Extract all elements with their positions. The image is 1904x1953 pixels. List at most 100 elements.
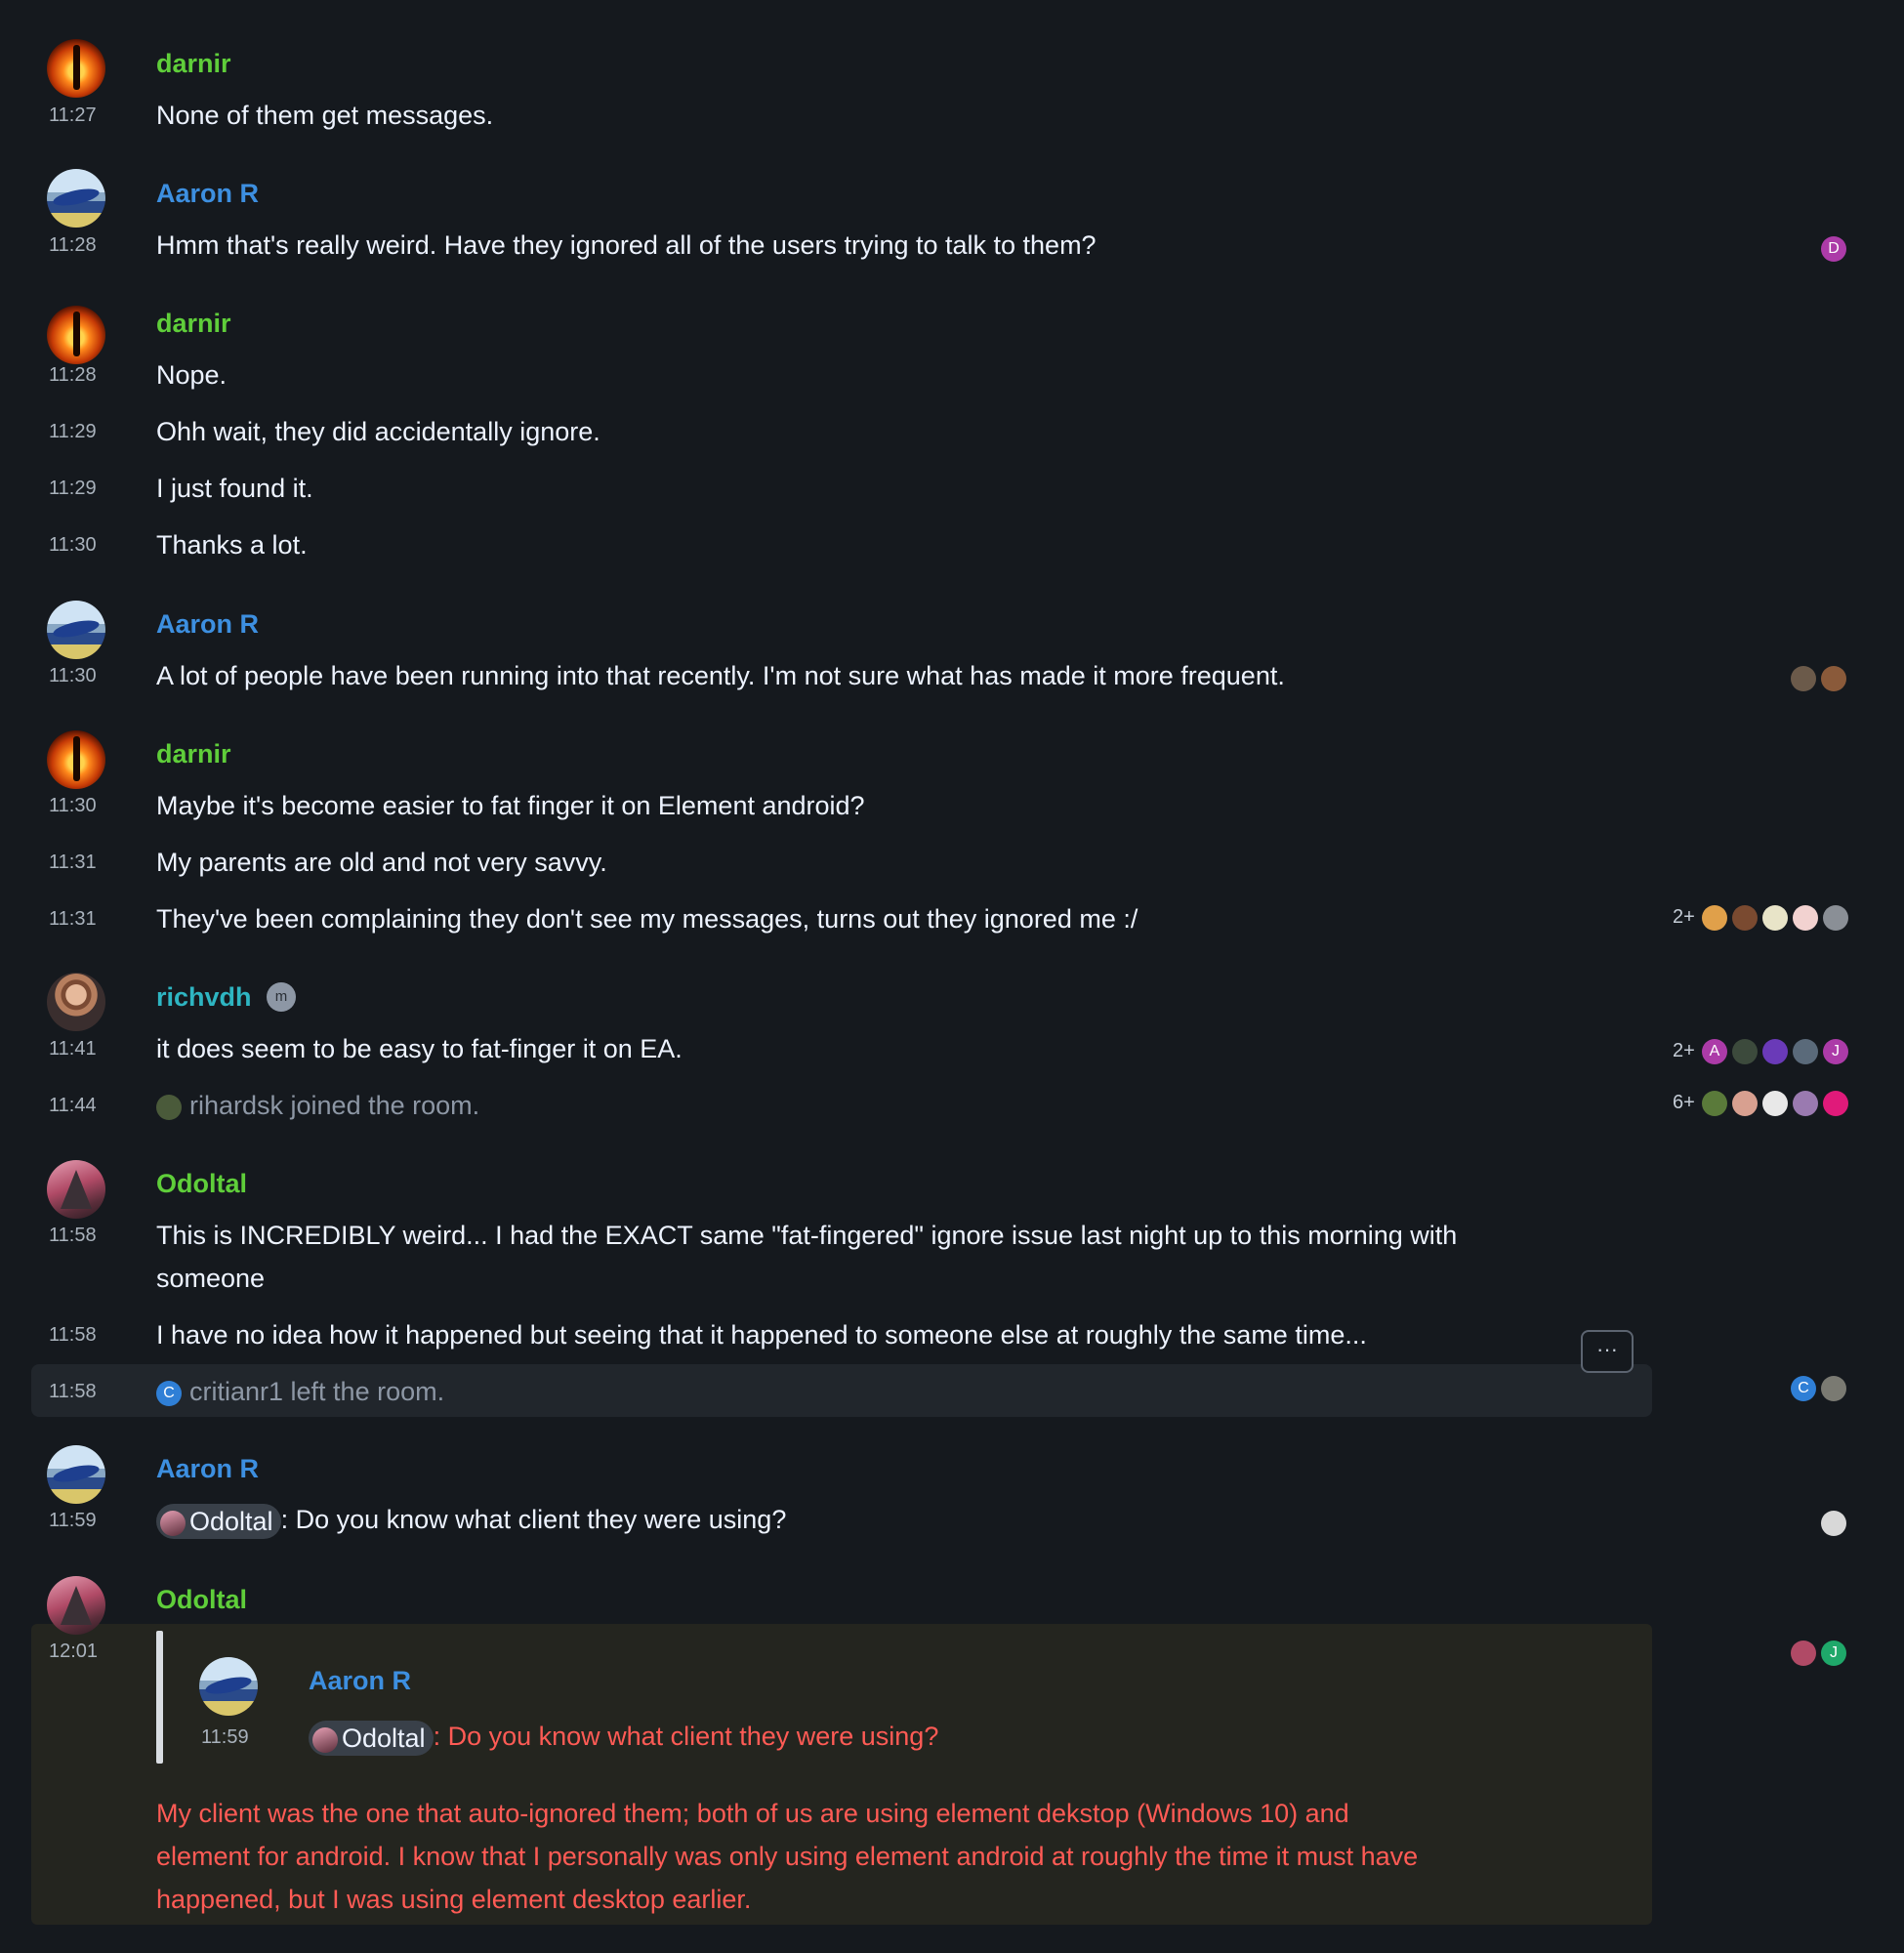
message-body: They've been complaining they don't see … — [156, 904, 1138, 934]
avatar[interactable] — [47, 1160, 105, 1219]
message-body-line: someone — [156, 1264, 266, 1293]
message-body-line: This is INCREDIBLY weird... I had the EX… — [156, 1221, 1458, 1250]
read-receipt-avatar[interactable] — [1793, 1039, 1818, 1064]
timestamp[interactable]: 11:29 — [49, 478, 97, 500]
sender-name[interactable]: Odoltal — [156, 1169, 247, 1199]
mention-label: Odoltal — [189, 1507, 273, 1536]
read-receipt-avatar[interactable] — [1762, 1091, 1788, 1116]
read-receipt-avatar[interactable] — [1821, 666, 1846, 691]
quoted-sender-name[interactable]: Aaron R — [309, 1666, 411, 1696]
sender-name[interactable]: Aaron R — [156, 1454, 259, 1484]
event-text: rihardsk joined the room. — [189, 1091, 480, 1120]
read-receipt-avatar[interactable] — [1732, 1091, 1758, 1116]
sender-name[interactable]: darnir — [156, 49, 231, 79]
message-body: Nope. — [156, 360, 228, 390]
highlighted-message-background — [31, 1624, 1652, 1925]
options-button[interactable]: ··· — [1581, 1330, 1634, 1373]
read-receipt-avatar[interactable] — [1791, 1641, 1816, 1666]
avatar[interactable] — [47, 730, 105, 789]
timestamp[interactable]: 11:29 — [49, 421, 97, 443]
message-text: : Do you know what client they were usin… — [433, 1722, 939, 1752]
message-body: A lot of people have been running into t… — [156, 661, 1285, 690]
avatar[interactable] — [47, 39, 105, 98]
message-body: I just found it. — [156, 474, 313, 503]
read-receipt-avatar[interactable] — [1821, 1376, 1846, 1401]
read-receipt-avatar[interactable] — [1762, 905, 1788, 931]
sender-name[interactable]: darnir — [156, 739, 231, 769]
read-receipt-avatar[interactable]: D — [1821, 236, 1846, 262]
message-body: Thanks a lot. — [156, 530, 308, 560]
avatar[interactable] — [47, 1576, 105, 1635]
read-receipt-avatar[interactable] — [1732, 905, 1758, 931]
read-receipt-avatar[interactable]: J — [1823, 1039, 1848, 1064]
user-mention-pill[interactable]: Odoltal — [309, 1721, 434, 1756]
reply-quote-bar — [156, 1631, 163, 1764]
avatar[interactable]: C — [156, 1380, 182, 1406]
sender-name[interactable]: richvdh — [156, 982, 252, 1013]
avatar[interactable] — [47, 306, 105, 364]
timestamp[interactable]: 12:01 — [49, 1641, 98, 1663]
avatar[interactable] — [47, 1445, 105, 1504]
read-receipt-avatar[interactable]: C — [1791, 1376, 1816, 1401]
read-receipt-avatar[interactable]: A — [1702, 1039, 1727, 1064]
avatar[interactable] — [47, 973, 105, 1031]
read-receipt-overflow[interactable]: 2+ — [1673, 1040, 1695, 1062]
timestamp[interactable]: 11:58 — [49, 1381, 97, 1403]
timestamp[interactable]: 11:44 — [49, 1095, 97, 1117]
user-mention-pill[interactable]: Odoltal — [156, 1504, 281, 1539]
avatar — [312, 1726, 338, 1753]
timestamp[interactable]: 11:59 — [49, 1510, 97, 1532]
message-body: Odoltal: Do you know what client they we… — [156, 1504, 786, 1539]
message-body: Ohh wait, they did accidentally ignore. — [156, 417, 600, 446]
message-body: I have no idea how it happened but seein… — [156, 1320, 1367, 1350]
read-receipt-avatar[interactable] — [1732, 1039, 1758, 1064]
read-receipt-avatar[interactable] — [1702, 905, 1727, 931]
timestamp[interactable]: 11:30 — [49, 795, 97, 817]
avatar[interactable] — [47, 601, 105, 659]
timestamp[interactable]: 11:28 — [49, 234, 97, 257]
message-body-line: My client was the one that auto-ignored … — [156, 1799, 1349, 1828]
timestamp[interactable]: 11:27 — [49, 104, 97, 127]
sender-name[interactable]: Odoltal — [156, 1585, 247, 1615]
sender-name[interactable]: Aaron R — [156, 179, 259, 209]
membership-event: rihardsk joined the room. — [156, 1091, 479, 1121]
read-receipt-avatar[interactable] — [1823, 905, 1848, 931]
timestamp[interactable]: 11:58 — [49, 1225, 97, 1247]
server-badge-icon[interactable]: m — [267, 982, 296, 1012]
read-receipt-avatar[interactable] — [1793, 905, 1818, 931]
avatar[interactable] — [199, 1657, 258, 1716]
read-receipt-avatar[interactable] — [1762, 1039, 1788, 1064]
read-receipt-overflow[interactable]: 2+ — [1673, 906, 1695, 929]
timestamp[interactable]: 11:41 — [49, 1038, 97, 1060]
message-text: : Do you know what client they were usin… — [280, 1505, 787, 1535]
timestamp[interactable]: 11:58 — [49, 1324, 97, 1347]
message-body: Maybe it's become easier to fat finger i… — [156, 791, 865, 820]
read-receipt-overflow[interactable]: 6+ — [1673, 1092, 1695, 1114]
message-body: it does seem to be easy to fat-finger it… — [156, 1034, 683, 1063]
sender-name[interactable]: Aaron R — [156, 609, 259, 640]
message-body-line: happened, but I was using element deskto… — [156, 1885, 752, 1914]
read-receipt-avatar[interactable] — [1821, 1511, 1846, 1536]
timestamp[interactable]: 11:31 — [49, 908, 97, 931]
read-receipt-avatar[interactable] — [1702, 1091, 1727, 1116]
quoted-timestamp[interactable]: 11:59 — [201, 1726, 249, 1749]
read-receipt-avatar[interactable] — [1791, 666, 1816, 691]
timestamp[interactable]: 11:30 — [49, 665, 97, 687]
message-body-line: element for android. I know that I perso… — [156, 1842, 1419, 1871]
message-body: None of them get messages. — [156, 101, 494, 130]
timestamp[interactable]: 11:28 — [49, 364, 97, 387]
event-text: critianr1 left the room. — [189, 1377, 445, 1406]
timestamp[interactable]: 11:31 — [49, 852, 97, 874]
membership-event: Ccritianr1 left the room. — [156, 1377, 444, 1407]
read-receipt-avatar[interactable] — [1793, 1091, 1818, 1116]
avatar[interactable] — [47, 169, 105, 228]
mention-label: Odoltal — [342, 1724, 426, 1753]
read-receipt-avatar[interactable] — [1823, 1091, 1848, 1116]
sender-name[interactable]: darnir — [156, 309, 231, 339]
avatar[interactable] — [156, 1094, 182, 1120]
timestamp[interactable]: 11:30 — [49, 534, 97, 557]
quoted-message-body[interactable]: Odoltal: Do you know what client they we… — [309, 1721, 938, 1756]
message-body: Hmm that's really weird. Have they ignor… — [156, 230, 1097, 260]
avatar — [160, 1510, 186, 1536]
read-receipt-avatar[interactable]: J — [1821, 1641, 1846, 1666]
